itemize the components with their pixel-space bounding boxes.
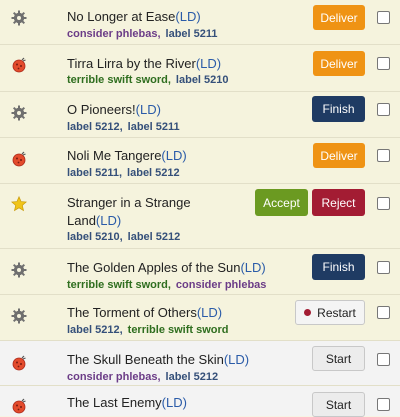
story-checkbox[interactable] [377,103,390,116]
story-title[interactable]: Noli Me Tangere(LD) [67,147,187,165]
story-title[interactable]: The Golden Apples of the Sun(LD) [67,259,266,277]
label-tag[interactable]: terrible swift sword, [67,279,171,291]
gear-icon [10,307,28,325]
label-tag[interactable]: label 5212 [166,371,219,383]
story-checkbox[interactable] [377,11,390,24]
accept-button[interactable]: Accept [255,189,308,216]
finish-button[interactable]: Finish [312,254,365,280]
start-button[interactable]: Start [312,392,365,417]
bug-icon [10,354,28,372]
story-title[interactable]: Tirra Lirra by the River(LD) [67,55,221,73]
story-checkbox[interactable] [377,57,390,70]
ld-link[interactable]: (LD) [240,260,265,275]
story-labels: label 5212, label 5211 [67,120,185,134]
story-row: The Skull Beneath the Skin(LD) consider … [0,341,400,386]
story-row: Noli Me Tangere(LD) label 5211, label 521… [0,138,400,184]
label-tag[interactable]: label 5210, [67,231,123,243]
story-row: Stranger in a Strange Land(LD) label 521… [0,184,400,249]
story-list: No Longer at Ease(LD) consider phlebas, l… [0,0,400,417]
story-row: Tirra Lirra by the River(LD) terrible sw… [0,45,400,92]
bug-icon [10,150,28,168]
label-tag[interactable]: label 5211 [166,28,218,40]
story-title[interactable]: The Torment of Others(LD) [67,304,222,322]
label-tag[interactable]: consider phlebas, [67,28,161,40]
story-labels: terrible swift sword, consider phlebas [67,278,271,292]
label-tag[interactable]: label 5210 [176,74,229,86]
label-tag[interactable]: label 5212, [67,121,123,133]
story-checkbox[interactable] [377,306,390,319]
label-tag[interactable]: label 5212 [128,231,181,243]
story-checkbox[interactable] [377,353,390,366]
ld-link[interactable]: (LD) [161,148,186,163]
ld-link[interactable]: (LD) [162,395,187,410]
story-row: The Last Enemy(LD) Start [0,386,400,417]
label-tag[interactable]: consider phlebas, [67,371,161,383]
deliver-button[interactable]: Deliver [313,51,365,76]
label-tag[interactable]: label 5212 [127,167,180,179]
label-tag[interactable]: label 5211, [67,167,122,179]
story-checkbox[interactable] [377,261,390,274]
story-labels: label 5211, label 5212 [67,166,185,180]
story-title[interactable]: Stranger in a Strange Land(LD) [67,194,191,230]
story-title[interactable]: O Pioneers!(LD) [67,101,161,119]
story-labels: consider phlebas, label 5212 [67,370,223,384]
start-button[interactable]: Start [312,346,365,371]
gear-icon [10,9,28,27]
story-checkbox[interactable] [377,149,390,162]
gear-icon [10,261,28,279]
label-tag[interactable]: consider phlebas [176,279,266,291]
story-checkbox[interactable] [377,197,390,210]
story-row: O Pioneers!(LD) label 5212, label 5211 Fi… [0,92,400,138]
story-row: No Longer at Ease(LD) consider phlebas, l… [0,0,400,45]
bug-icon [10,56,28,74]
story-labels: label 5212, terrible swift sword [67,323,234,337]
ld-link[interactable]: (LD) [196,56,221,71]
story-title[interactable]: The Last Enemy(LD) [67,394,187,412]
restart-dot-icon [304,309,312,316]
label-tag[interactable]: label 5212, [67,324,123,336]
story-title[interactable]: No Longer at Ease(LD) [67,8,201,26]
deliver-button[interactable]: Deliver [313,5,365,30]
story-labels: label 5210, label 5212 [67,230,185,244]
story-title[interactable]: The Skull Beneath the Skin(LD) [67,351,249,369]
story-row: The Golden Apples of the Sun(LD) terribl… [0,249,400,295]
finish-button[interactable]: Finish [312,96,365,122]
label-tag[interactable]: label 5211 [128,121,180,133]
ld-link[interactable]: (LD) [197,305,222,320]
label-tag[interactable]: terrible swift sword, [67,74,171,86]
label-tag[interactable]: terrible swift sword [128,324,229,336]
gear-icon [10,104,28,122]
ld-link[interactable]: (LD) [175,9,200,24]
story-row: The Torment of Others(LD) label 5212, ter… [0,295,400,341]
ld-link[interactable]: (LD) [96,213,121,228]
ld-link[interactable]: (LD) [136,102,161,117]
restart-button[interactable]: Restart [295,300,365,325]
ld-link[interactable]: (LD) [224,352,249,367]
story-labels: consider phlebas, label 5211 [67,27,223,41]
star-icon [10,195,28,213]
reject-button[interactable]: Reject [312,189,365,216]
story-labels: terrible swift sword, label 5210 [67,73,234,87]
deliver-button[interactable]: Deliver [313,143,365,168]
